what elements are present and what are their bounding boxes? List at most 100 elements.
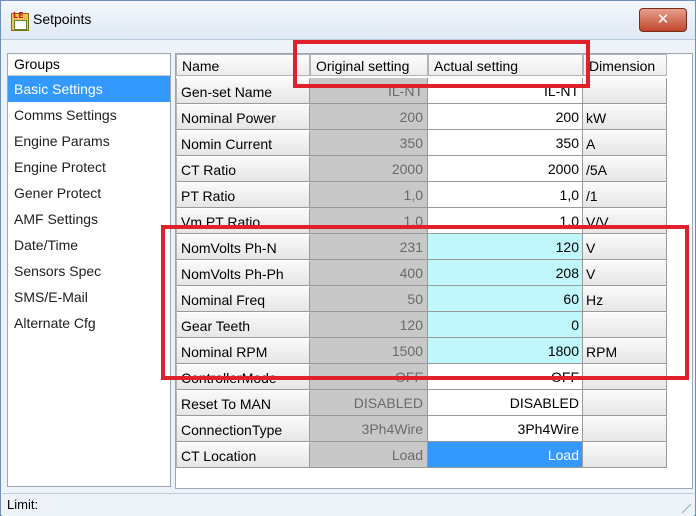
original-setting-cell: 1,0 [310, 182, 428, 208]
setpoint-row[interactable]: ConnectionType 3Ph4Wire 3Ph4Wire [176, 416, 692, 442]
original-setting-cell: 2000 [310, 156, 428, 182]
actual-setting-cell[interactable]: OFF [428, 364, 583, 390]
setpoint-row[interactable]: Vm PT Ratio 1,0 1,0 V/V [176, 208, 692, 234]
dimension-cell [583, 442, 667, 468]
setpoint-row[interactable]: NomVolts Ph-Ph 400 208 V [176, 260, 692, 286]
dimension-cell: A [583, 130, 667, 156]
group-item[interactable]: Sensors Spec [8, 258, 170, 284]
setpoint-name-cell: CT Ratio [176, 156, 310, 182]
dimension-cell: Hz [583, 286, 667, 312]
group-item[interactable]: Comms Settings [8, 102, 170, 128]
setpoint-name-cell: CT Location [176, 442, 310, 468]
dimension-cell: V/V [583, 208, 667, 234]
setpoint-name-cell: Nominal RPM [176, 338, 310, 364]
group-item[interactable]: Engine Protect [8, 154, 170, 180]
original-setting-cell: 400 [310, 260, 428, 286]
grid-header: Name Original setting Actual setting Dim… [176, 54, 692, 78]
dimension-cell: /5A [583, 156, 667, 182]
groups-header: Groups [8, 54, 170, 76]
original-setting-cell: 120 [310, 312, 428, 338]
original-setting-cell: 1500 [310, 338, 428, 364]
actual-setting-cell[interactable]: 200 [428, 104, 583, 130]
setpoint-row[interactable]: NomVolts Ph-N 231 120 V [176, 234, 692, 260]
setpoint-row[interactable]: Nominal RPM 1500 1800 RPM [176, 338, 692, 364]
dimension-cell [583, 312, 667, 338]
dimension-cell [583, 390, 667, 416]
setpoints-grid[interactable]: Name Original setting Actual setting Dim… [175, 53, 693, 489]
status-bar: Limit: [2, 493, 694, 516]
column-header-actual-setting[interactable]: Actual setting [428, 54, 583, 76]
resize-grip-icon[interactable] [682, 504, 691, 513]
original-setting-cell: Load [310, 442, 428, 468]
setpoint-name-cell: Nominal Freq [176, 286, 310, 312]
group-item[interactable]: Engine Params [8, 128, 170, 154]
actual-setting-cell[interactable]: Load [428, 442, 583, 468]
original-setting-cell: 1,0 [310, 208, 428, 234]
setpoint-name-cell: NomVolts Ph-Ph [176, 260, 310, 286]
column-header-original-setting[interactable]: Original setting [310, 54, 428, 76]
setpoint-row[interactable]: Nominal Power 200 200 kW [176, 104, 692, 130]
column-header-name[interactable]: Name [176, 54, 310, 76]
original-setting-cell: 200 [310, 104, 428, 130]
group-item[interactable]: Basic Settings [8, 76, 170, 102]
setpoint-name-cell: PT Ratio [176, 182, 310, 208]
actual-setting-cell[interactable]: 120 [428, 234, 583, 260]
setpoint-row[interactable]: CT Ratio 2000 2000/5A [176, 156, 692, 182]
dimension-cell [583, 78, 667, 104]
actual-setting-cell[interactable]: IL-NT [428, 78, 583, 104]
close-button[interactable]: ✕ [639, 8, 687, 32]
original-setting-cell: 350 [310, 130, 428, 156]
actual-setting-cell[interactable]: 60 [428, 286, 583, 312]
setpoint-row[interactable]: Nomin Current 350 350 A [176, 130, 692, 156]
setpoint-name-cell: Nomin Current [176, 130, 310, 156]
setpoint-row[interactable]: Reset To MAN DISABLED DISABLED [176, 390, 692, 416]
dimension-cell: RPM [583, 338, 667, 364]
limit-label: Limit: [7, 497, 39, 512]
column-header-dimension[interactable]: Dimension [583, 54, 667, 76]
window-title: Setpoints [33, 11, 92, 27]
setpoint-name-cell: Reset To MAN [176, 390, 310, 416]
original-setting-cell: 231 [310, 234, 428, 260]
setpoint-row[interactable]: Gen-set Name IL-NT IL-NT [176, 78, 692, 104]
setpoint-row[interactable]: PT Ratio 1,0 1,0/1 [176, 182, 692, 208]
setpoint-row[interactable]: CT Location Load Load [176, 442, 692, 468]
setpoint-name-cell: NomVolts Ph-N [176, 234, 310, 260]
setpoint-name-cell: Gear Teeth [176, 312, 310, 338]
actual-setting-cell[interactable]: 3Ph4Wire [428, 416, 583, 442]
setpoint-name-cell: ConnectionType [176, 416, 310, 442]
dimension-cell: kW [583, 104, 667, 130]
actual-setting-cell[interactable]: 1,0 [428, 182, 583, 208]
setpoints-window: LE Setpoints ✕ Groups Basic Settings Comm… [0, 0, 696, 516]
actual-setting-cell[interactable]: 2000 [428, 156, 583, 182]
dimension-cell: V [583, 260, 667, 286]
original-setting-cell: IL-NT [310, 78, 428, 104]
groups-list[interactable]: Groups Basic Settings Comms Settings Engin… [7, 53, 171, 487]
actual-setting-cell[interactable]: 1,0 [428, 208, 583, 234]
group-item[interactable]: SMS/E-Mail [8, 284, 170, 310]
actual-setting-cell[interactable]: 350 [428, 130, 583, 156]
group-item[interactable]: Gener Protect [8, 180, 170, 206]
dimension-cell [583, 364, 667, 390]
setpoint-name-cell: Gen-set Name [176, 78, 310, 104]
actual-setting-cell[interactable]: DISABLED [428, 390, 583, 416]
setpoint-name-cell: ControllerMode [176, 364, 310, 390]
actual-setting-cell[interactable]: 1800 [428, 338, 583, 364]
setpoint-name-cell: Nominal Power [176, 104, 310, 130]
setpoints-app-icon: LE [11, 11, 29, 31]
group-item[interactable]: AMF Settings [8, 206, 170, 232]
actual-setting-cell[interactable]: 0 [428, 312, 583, 338]
actual-setting-cell[interactable]: 208 [428, 260, 583, 286]
setpoint-row[interactable]: ControllerMode OFF OFF [176, 364, 692, 390]
setpoint-row[interactable]: Nominal Freq 50 60 Hz [176, 286, 692, 312]
dimension-cell: V [583, 234, 667, 260]
setpoint-row[interactable]: Gear Teeth 120 0 [176, 312, 692, 338]
original-setting-cell: 3Ph4Wire [310, 416, 428, 442]
group-item[interactable]: Date/Time [8, 232, 170, 258]
close-icon: ✕ [656, 10, 670, 28]
original-setting-cell: DISABLED [310, 390, 428, 416]
title-bar[interactable]: LE Setpoints ✕ [1, 1, 695, 40]
dimension-cell [583, 416, 667, 442]
original-setting-cell: OFF [310, 364, 428, 390]
group-item[interactable]: Alternate Cfg [8, 310, 170, 336]
setpoint-name-cell: Vm PT Ratio [176, 208, 310, 234]
